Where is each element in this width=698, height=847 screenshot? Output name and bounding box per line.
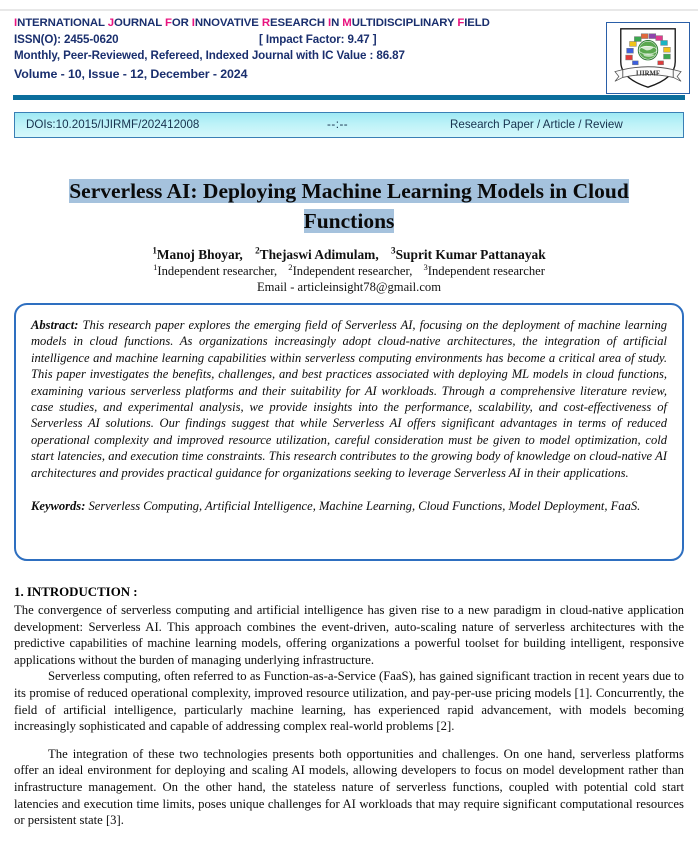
paper-title-line1: Serverless AI: Deploying Machine Learnin… — [69, 179, 629, 203]
impact-factor: [ Impact Factor: 9.47 ] — [259, 33, 377, 46]
introduction-paragraph-2: Serverless computing, often referred to … — [14, 669, 684, 734]
doi-separator: --:-- — [327, 118, 349, 131]
author-name-1: Manoj Bhoyar, — [156, 247, 243, 262]
doi-code: DOIs:10.2015/IJIRMF/202412008 — [26, 118, 200, 131]
abstract-paragraph: Abstract: This research paper explores t… — [31, 317, 667, 481]
affil-text-1: Independent researcher, — [157, 264, 278, 278]
affil-text-3: Independent researcher — [427, 264, 545, 278]
masthead-bottom-rule — [13, 95, 685, 100]
journal-issn: ISSN(O): 2455-0620 — [14, 33, 119, 46]
journal-masthead: INTERNATIONAL JOURNAL FOR INNOVATIVE RES… — [0, 9, 698, 100]
journal-logo: IJIRMF — [606, 22, 690, 94]
journal-info: Monthly, Peer-Reviewed, Refereed, Indexe… — [14, 49, 405, 62]
author-affiliations: 1Independent researcher, 2Independent re… — [14, 263, 684, 279]
keywords-paragraph: Keywords: Serverless Computing, Artifici… — [31, 498, 667, 514]
abstract-label: Abstract: — [31, 318, 79, 332]
introduction-section: 1. INTRODUCTION : The convergence of ser… — [14, 584, 684, 829]
author-block: 1Manoj Bhoyar, 2Thejaswi Adimulam, 3Supr… — [14, 246, 684, 295]
introduction-paragraph-1: The convergence of serverless computing … — [14, 603, 684, 667]
article-type-label: Research Paper / Article / Review — [450, 118, 623, 131]
ijirmf-crest-icon: IJIRMF — [614, 28, 682, 88]
abstract-box: Abstract: This research paper explores t… — [14, 303, 684, 561]
page-title: Serverless AI: Deploying Machine Learnin… — [14, 176, 684, 236]
author-names: 1Manoj Bhoyar, 2Thejaswi Adimulam, 3Supr… — [14, 246, 684, 263]
author-name-3: Suprit Kumar Pattanayak — [395, 247, 546, 262]
introduction-paragraph-3: The integration of these two technologie… — [14, 746, 684, 828]
doi-bar: DOIs:10.2015/IJIRMF/202412008 --:-- Rese… — [14, 112, 684, 138]
paper-page: INTERNATIONAL JOURNAL FOR INNOVATIVE RES… — [0, 0, 698, 847]
journal-name: INTERNATIONAL JOURNAL FOR INNOVATIVE RES… — [14, 17, 490, 29]
abstract-body: This research paper explores the emergin… — [31, 318, 667, 480]
keywords-body: Serverless Computing, Artificial Intelli… — [88, 499, 641, 514]
paper-title-line2: Functions — [303, 209, 395, 233]
keywords-label: Keywords: — [31, 499, 86, 514]
volume-issue-line: Volume - 10, Issue - 12, December - 2024 — [14, 67, 248, 81]
introduction-heading: 1. INTRODUCTION : — [14, 585, 138, 599]
logo-ribbon-text: IJIRMF — [636, 71, 660, 78]
author-email: Email - articleinsight78@gmail.com — [256, 280, 442, 294]
author-name-2: Thejaswi Adimulam, — [259, 247, 379, 262]
affil-text-2: Independent researcher, — [292, 264, 413, 278]
